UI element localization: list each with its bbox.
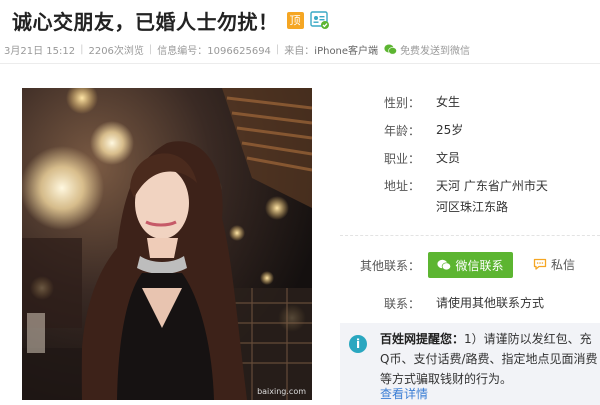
message-icon xyxy=(533,258,547,270)
listing-meta: 3月21日 15:12 | 2206次浏览 | 信息编号：1096625694 … xyxy=(4,42,470,57)
divider xyxy=(340,235,600,236)
wechat-contact-label: 微信联系 xyxy=(455,258,504,273)
tip-details-link[interactable]: 查看详情 xyxy=(380,385,428,402)
address-value: 天河 广东省广州市天河区珠江东路 xyxy=(436,179,548,214)
divider: | xyxy=(148,44,153,55)
age-label: 年龄： xyxy=(383,124,420,138)
view-count: 2206次浏览 xyxy=(88,46,144,57)
age-row: 年龄： 25岁 xyxy=(340,122,556,139)
send-to-wechat-link[interactable]: 免费发送到微信 xyxy=(400,42,470,57)
wechat-icon xyxy=(384,44,397,55)
other-contact-row: 其他联系： xyxy=(340,257,420,274)
private-message-label: 私信 xyxy=(551,258,576,272)
contact-row: 联系： 请使用其他联系方式 xyxy=(340,295,586,312)
gender-row: 性别： 女生 xyxy=(340,94,556,111)
post-date: 3月21日 15:12 xyxy=(4,46,76,57)
job-label: 职业： xyxy=(383,152,420,166)
safety-tip-box: i 百姓网提醒您：1）请谨防以发红包、充Q币、支付话费/路费、指定地点见面消费等… xyxy=(340,323,600,405)
gender-label: 性别： xyxy=(383,96,420,110)
divider xyxy=(0,63,600,64)
info-icon: i xyxy=(349,335,367,353)
profile-photo[interactable]: baixing.com xyxy=(22,88,312,400)
wechat-icon xyxy=(437,259,452,271)
divider: | xyxy=(80,44,84,55)
tip-brand: 百姓网提醒您： xyxy=(380,332,465,346)
source-client: iPhone客户端 xyxy=(314,46,379,57)
address-row: 地址： 天河 广东省广州市天河区珠江东路 xyxy=(340,176,556,218)
divider: | xyxy=(275,44,280,55)
top-badge[interactable]: 顶 xyxy=(286,11,304,29)
contact-value: 请使用其他联系方式 xyxy=(436,296,545,310)
job-row: 职业： 文员 xyxy=(340,150,556,167)
job-value: 文员 xyxy=(436,151,461,165)
address-label: 地址： xyxy=(383,179,420,193)
info-id: 信息编号：1096625694 xyxy=(157,46,271,57)
age-value: 25岁 xyxy=(436,123,464,137)
wechat-contact-button[interactable]: 微信联系 xyxy=(428,252,513,278)
page-title: 诚心交朋友，已婚人士勿扰！ xyxy=(12,9,279,34)
safety-tip-text: 百姓网提醒您：1）请谨防以发红包、充Q币、支付话费/路费、指定地点见面消费等方式… xyxy=(380,329,598,389)
source-label: 来自： xyxy=(284,46,315,57)
contact-label: 联系： xyxy=(383,297,420,311)
other-contact-label: 其他联系： xyxy=(359,259,420,273)
verified-id-icon[interactable] xyxy=(309,10,330,30)
private-message-link[interactable]: 私信 xyxy=(533,256,575,273)
gender-value: 女生 xyxy=(436,95,461,109)
photo-watermark: baixing.com xyxy=(257,387,306,396)
listing-header: 诚心交朋友，已婚人士勿扰！ 顶 xyxy=(12,4,330,36)
